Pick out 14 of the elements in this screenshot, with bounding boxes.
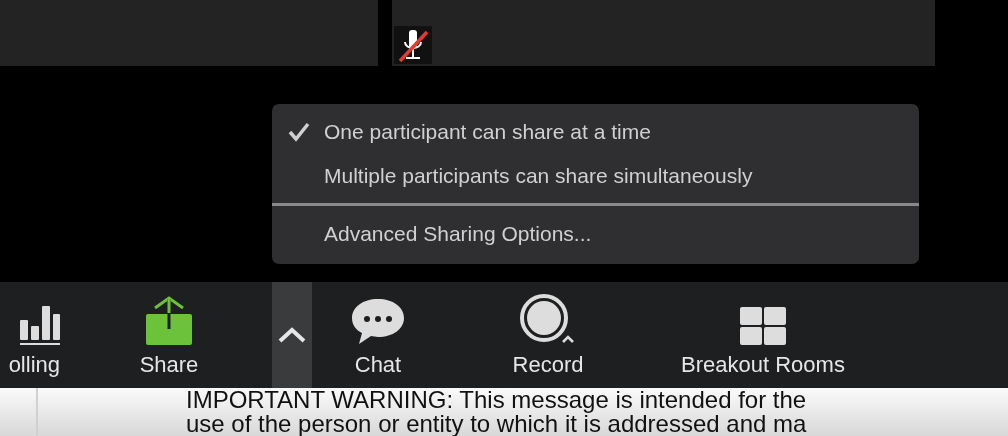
share-button[interactable]: Share <box>66 282 272 388</box>
menu-item[interactable]: One participant can share at a time <box>272 110 919 154</box>
caret-up-icon <box>278 327 306 343</box>
record-button[interactable]: Record <box>444 282 652 388</box>
polling-button[interactable]: olling <box>0 282 66 388</box>
breakout-rooms-button[interactable]: Breakout Rooms <box>652 282 874 388</box>
menu-item[interactable]: Advanced Sharing Options... <box>272 212 919 256</box>
document-text: IMPORTANT WARNING: This message is intended for the <box>186 388 807 412</box>
speech-bubble-icon <box>351 298 405 346</box>
menu-item[interactable]: Multiple participants can share simultaneously <box>272 154 919 198</box>
share-screen-icon <box>145 296 193 346</box>
share-options-toggle[interactable] <box>272 282 312 388</box>
chat-button[interactable]: Chat <box>312 282 444 388</box>
grid-icon <box>739 306 787 346</box>
